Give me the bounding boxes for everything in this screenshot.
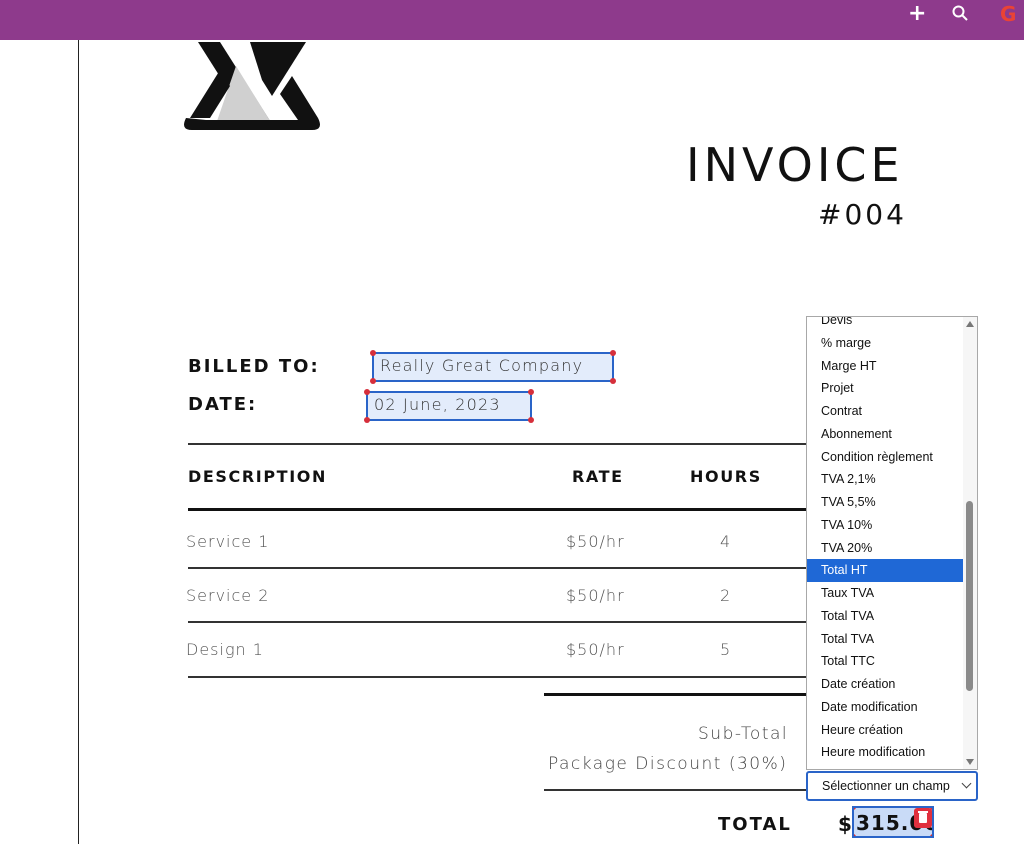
row-hours: 2 [720, 586, 732, 605]
column-header-hours: HOURS [690, 467, 762, 486]
invoice-title: INVOICE [686, 138, 904, 192]
column-header-description: DESCRIPTION [188, 467, 327, 486]
total-currency: $ [838, 812, 852, 836]
row-rate: $50/hr [566, 532, 625, 551]
dropdown-option[interactable]: Date modification [807, 696, 965, 719]
dropdown-option[interactable]: Taux TVA [807, 582, 965, 605]
dropdown-options: Devis % marge Marge HT Projet Contrat Ab… [807, 317, 965, 769]
column-header-rate: RATE [572, 467, 624, 486]
dropdown-option[interactable]: TVA 20% [807, 537, 965, 560]
dropdown-scrollbar[interactable] [963, 317, 977, 769]
resize-handle[interactable] [610, 378, 616, 384]
search-icon[interactable] [952, 5, 968, 25]
row-hours: 5 [720, 640, 732, 659]
dropdown-option[interactable]: Heure création [807, 719, 965, 742]
dropdown-option[interactable]: Total TTC [807, 650, 965, 673]
divider [188, 567, 808, 569]
resize-handle[interactable] [370, 350, 376, 356]
row-rate: $50/hr [566, 586, 625, 605]
resize-handle[interactable] [854, 808, 856, 810]
resize-handle[interactable] [528, 417, 534, 423]
divider [188, 443, 808, 445]
billed-to-value: Really Great Company [380, 356, 584, 375]
dropdown-option[interactable]: TVA 10% [807, 514, 965, 537]
dropdown-option[interactable]: Contrat [807, 400, 965, 423]
dropdown-option[interactable]: Total TVA [807, 628, 965, 651]
billed-to-field[interactable]: Really Great Company [370, 350, 616, 384]
dropdown-option[interactable]: Date création [807, 673, 965, 696]
divider [544, 789, 808, 791]
field-select[interactable]: Sélectionner un champ [806, 771, 978, 801]
row-description: Service 2 [186, 586, 270, 605]
discount-label: Package Discount (30%) [548, 754, 788, 774]
total-label: TOTAL [718, 814, 792, 835]
billed-to-label: BILLED TO: [188, 356, 320, 377]
resize-handle[interactable] [610, 350, 616, 356]
resize-handle[interactable] [930, 834, 932, 836]
dropdown-option[interactable]: Total TVA [807, 605, 965, 628]
resize-handle[interactable] [364, 417, 370, 423]
dropdown-option[interactable]: Devis [807, 317, 965, 332]
date-value: 02 June, 2023 [374, 395, 501, 414]
dropdown-option[interactable]: % marge [807, 332, 965, 355]
divider [188, 676, 808, 678]
row-rate: $50/hr [566, 640, 625, 659]
scroll-down-icon[interactable] [966, 759, 974, 765]
resize-handle[interactable] [854, 834, 856, 836]
dropdown-option[interactable]: Marge HT [807, 355, 965, 378]
invoice-number: #004 [818, 198, 907, 231]
chevron-down-icon [961, 778, 972, 789]
row-hours: 4 [720, 532, 732, 551]
date-label: DATE: [188, 394, 258, 415]
company-logo [176, 36, 328, 140]
delete-icon[interactable] [914, 808, 932, 828]
scrollbar-thumb[interactable] [966, 501, 973, 691]
divider [188, 508, 808, 511]
top-toolbar: + G [0, 0, 1024, 40]
divider [188, 621, 808, 623]
dropdown-option[interactable]: TVA 5,5% [807, 491, 965, 514]
field-dropdown-list[interactable]: Devis % marge Marge HT Projet Contrat Ab… [806, 316, 978, 770]
dropdown-option[interactable]: Condition règlement [807, 446, 965, 469]
subtotal-label: Sub-Total [698, 724, 789, 744]
page-left-border [78, 40, 79, 844]
date-field[interactable]: 02 June, 2023 [364, 389, 534, 423]
row-description: Service 1 [186, 532, 270, 551]
google-icon[interactable]: G [1000, 4, 1016, 24]
dropdown-option[interactable]: Abonnement [807, 423, 965, 446]
divider [544, 693, 808, 696]
resize-handle[interactable] [364, 389, 370, 395]
dropdown-option[interactable]: TVA 2,1% [807, 468, 965, 491]
scroll-up-icon[interactable] [966, 321, 974, 327]
dropdown-option[interactable]: Heure modification [807, 741, 965, 764]
field-select-value: Sélectionner un champ [822, 779, 950, 793]
dropdown-option[interactable]: T [807, 764, 965, 769]
resize-handle[interactable] [528, 389, 534, 395]
resize-handle[interactable] [370, 378, 376, 384]
row-description: Design 1 [186, 640, 264, 659]
plus-icon[interactable]: + [908, 3, 926, 25]
dropdown-option[interactable]: Projet [807, 377, 965, 400]
dropdown-option[interactable]: Total HT [807, 559, 965, 582]
